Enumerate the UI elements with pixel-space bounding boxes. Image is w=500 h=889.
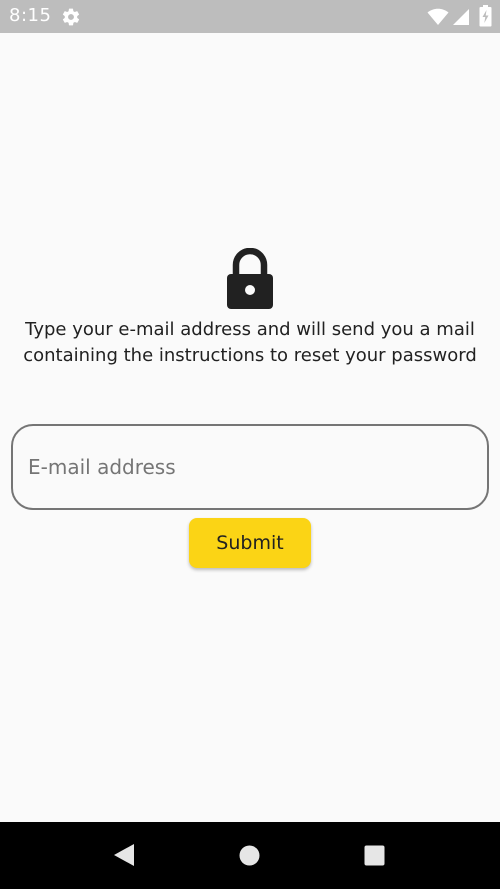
back-icon[interactable] [113, 843, 135, 867]
status-bar: 8:15 [0, 0, 500, 33]
forgot-password-screen: Type your e-mail address and will send y… [0, 33, 500, 822]
gear-icon [61, 7, 81, 27]
battery-icon [479, 5, 492, 27]
home-icon[interactable] [239, 845, 260, 866]
wifi-icon [427, 8, 449, 26]
email-placeholder: E-mail address [28, 455, 176, 479]
instructions-text: Type your e-mail address and will send y… [23, 319, 477, 366]
lock-icon [225, 247, 275, 310]
email-field[interactable]: E-mail address [11, 424, 489, 510]
submit-button[interactable]: Submit [189, 518, 311, 568]
recents-icon[interactable] [364, 845, 385, 866]
signal-icon [452, 8, 470, 26]
status-time: 8:15 [9, 5, 52, 26]
navigation-bar [0, 822, 500, 889]
